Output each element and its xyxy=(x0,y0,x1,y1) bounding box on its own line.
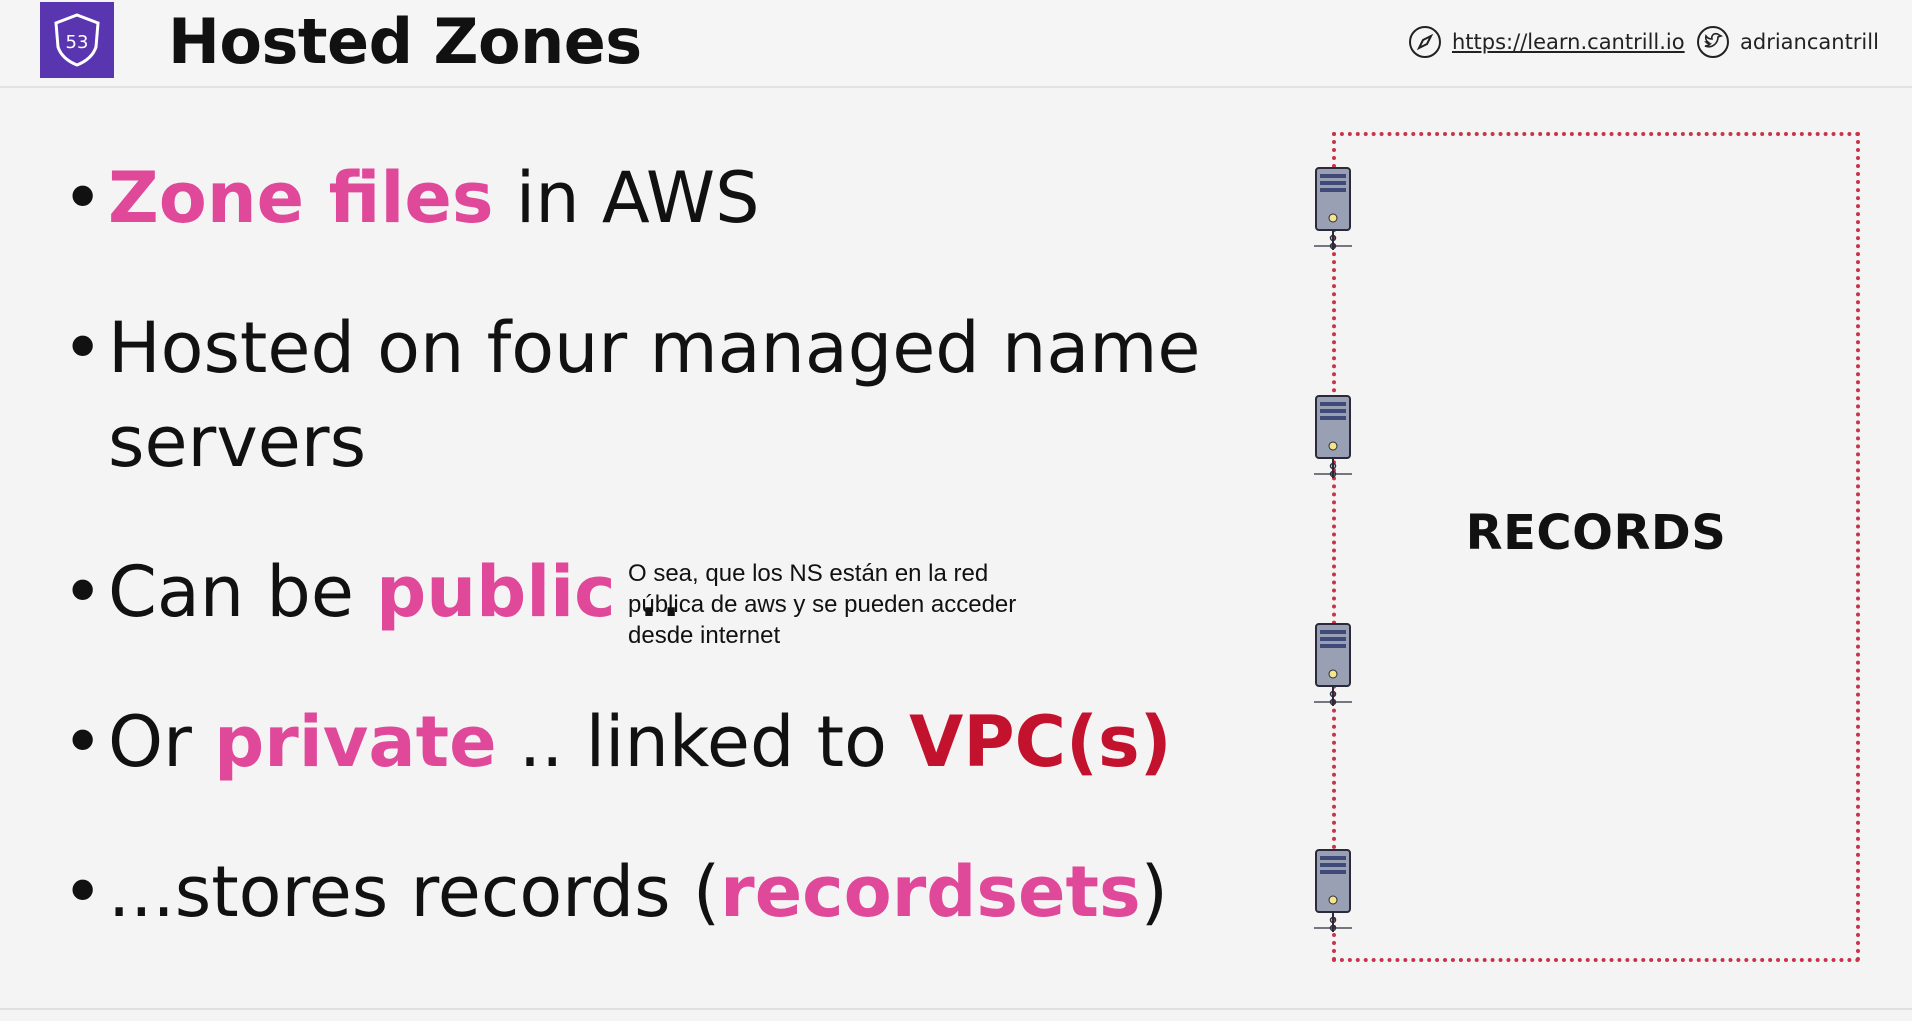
compass-icon xyxy=(1408,25,1442,59)
bullet-dot: • xyxy=(62,701,104,783)
page-title: Hosted Zones xyxy=(168,5,642,78)
shield-icon: 53 xyxy=(54,13,100,67)
bullet-hosted-continued: servers xyxy=(62,396,366,489)
twitter-handle[interactable]: adriancantrill xyxy=(1696,24,1879,60)
bullet-text: ...stores records ( xyxy=(108,851,721,933)
bullet-dot: • xyxy=(62,157,104,239)
server-icon xyxy=(1314,849,1352,932)
footer-divider xyxy=(0,1008,1912,1010)
server-icon xyxy=(1314,167,1352,250)
bullet-dot: • xyxy=(62,851,104,933)
bullet-text: Can be xyxy=(108,551,377,633)
highlight-vpcs: VPC(s) xyxy=(909,701,1172,783)
highlight-recordsets: recordsets xyxy=(720,851,1141,933)
server-icon xyxy=(1314,623,1352,706)
note-line: pública de aws y se pueden acceder xyxy=(628,591,1017,618)
bullet-text: ) xyxy=(1140,851,1168,933)
server-icon xyxy=(1314,395,1352,478)
twitter-bird-icon xyxy=(1696,25,1730,59)
note-line: O sea, que los NS están en la red xyxy=(628,560,989,587)
course-link[interactable]: https://learn.cantrill.io xyxy=(1408,24,1685,60)
bullet-text: Or xyxy=(108,701,215,783)
bullet-dot: • xyxy=(62,307,104,389)
bullet-private: •Or private .. linked to VPC(s) xyxy=(62,696,1172,789)
annotation-note: O sea, que los NS están en la red públic… xyxy=(628,558,1068,651)
highlight-public: public xyxy=(376,551,616,633)
records-label: RECORDS xyxy=(1465,505,1727,561)
bullet-hosted: •Hosted on four managed name xyxy=(62,302,1201,395)
twitter-username[interactable]: adriancantrill xyxy=(1740,30,1879,54)
highlight-zone-files: Zone files xyxy=(108,157,494,239)
bullet-zone-files: •Zone files in AWS xyxy=(62,152,760,245)
note-line: desde internet xyxy=(628,622,781,649)
highlight-private: private xyxy=(214,701,497,783)
bullet-records: •...stores records (recordsets) xyxy=(62,846,1168,939)
route53-logo: 53 xyxy=(40,2,114,78)
bullet-dot: • xyxy=(62,551,104,633)
bullet-public: •Can be public .. xyxy=(62,546,682,639)
bullet-text: in AWS xyxy=(493,157,760,239)
slide-header: 53 Hosted Zones https://learn.cantrill.i… xyxy=(0,0,1912,88)
bullet-text: Hosted on four managed name xyxy=(108,307,1201,389)
bullet-text: .. linked to xyxy=(496,701,910,783)
course-url[interactable]: https://learn.cantrill.io xyxy=(1452,30,1685,54)
svg-text:53: 53 xyxy=(66,32,89,53)
bullet-text: servers xyxy=(108,401,367,483)
